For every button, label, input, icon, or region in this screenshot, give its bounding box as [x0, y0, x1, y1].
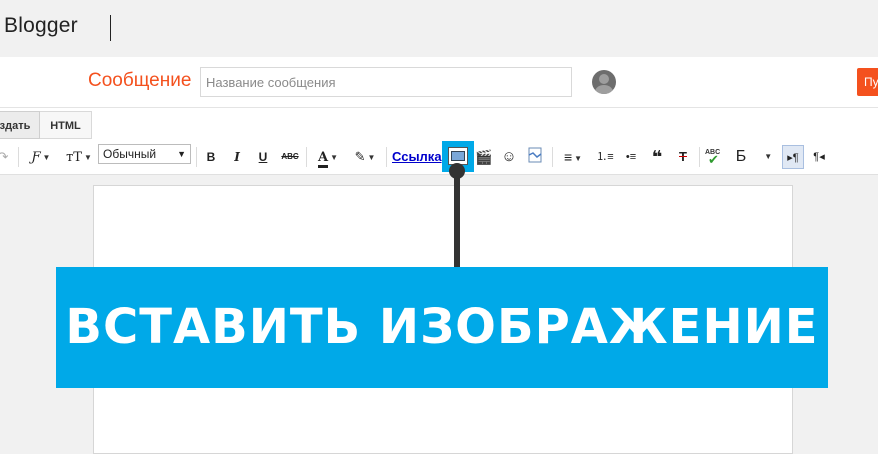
paragraph-style-select[interactable]: Обычный ▼: [98, 144, 191, 164]
tab-compose[interactable]: здать: [0, 111, 40, 139]
insert-video-icon[interactable]: 🎬: [474, 147, 494, 167]
chevron-down-icon: ▼: [367, 152, 376, 162]
toolbar-separator: [699, 147, 700, 167]
text-color-button[interactable]: A ▼: [312, 147, 344, 168]
underline-button[interactable]: U: [255, 147, 271, 167]
toolbar-separator: [18, 147, 19, 167]
font-size-icon: тT: [66, 150, 82, 165]
align-button[interactable]: ≡ ▼: [558, 147, 588, 167]
paragraph-style-value: Обычный: [103, 147, 157, 161]
font-family-icon: Ƒ: [31, 150, 41, 165]
spellcheck-icon: ABC ✔: [705, 149, 721, 167]
chevron-down-icon: ▼: [177, 149, 186, 159]
ltr-button[interactable]: ▸¶: [782, 145, 804, 169]
toolbar-separator: [386, 147, 387, 167]
callout-text: ВСТАВИТЬ ИЗОБРАЖЕНИЕ: [65, 299, 819, 355]
toolbar-separator: [196, 147, 197, 167]
avatar-head-shape: [599, 74, 609, 84]
toolbar-separator: [306, 147, 307, 167]
align-icon: ≡: [563, 149, 573, 165]
remove-format-button[interactable]: T: [674, 147, 692, 167]
transliterate-icon: Б: [735, 148, 747, 166]
font-size-button[interactable]: тT ▼: [62, 147, 96, 167]
italic-button[interactable]: I: [229, 147, 245, 167]
strikethrough-button[interactable]: ABC: [280, 147, 300, 167]
chevron-down-icon: ▼: [42, 152, 51, 162]
insert-image-icon: [451, 151, 465, 161]
jump-break-icon: [528, 147, 542, 163]
chevron-down-icon: ▼: [330, 152, 338, 162]
brand-divider: [110, 15, 111, 41]
tab-html[interactable]: HTML: [40, 111, 92, 139]
numbered-list-icon[interactable]: ⒈≡: [596, 147, 614, 167]
quote-icon[interactable]: ❝: [648, 147, 666, 167]
blogger-logo[interactable]: Blogger: [4, 14, 78, 38]
chevron-down-icon: ▼: [83, 152, 92, 162]
link-button[interactable]: Ссылка: [392, 147, 442, 167]
chevron-down-icon: ▼: [764, 152, 773, 161]
highlight-icon: ✎: [354, 149, 366, 164]
post-label: Сообщение: [88, 70, 192, 91]
rtl-button[interactable]: ¶◂: [808, 147, 830, 167]
emoji-icon[interactable]: ☺: [499, 147, 519, 167]
font-family-button[interactable]: Ƒ ▼: [26, 147, 56, 167]
undo-icon[interactable]: ↷: [0, 147, 10, 167]
callout-pointer-dot-top: [449, 163, 465, 179]
text-color-icon: A: [317, 151, 329, 168]
highlight-button[interactable]: ✎ ▼: [350, 147, 380, 167]
avatar[interactable]: [592, 70, 616, 94]
transliterate-button[interactable]: Б ▼: [732, 147, 776, 167]
remove-format-icon: T: [679, 149, 687, 164]
jump-break-button[interactable]: [526, 147, 544, 167]
chevron-down-icon: ▼: [574, 153, 583, 163]
post-title-input[interactable]: [200, 67, 572, 97]
spellcheck-button[interactable]: ABC ✔: [704, 147, 724, 167]
post-title-bar: Сообщение Пу: [0, 57, 878, 108]
bullet-list-icon[interactable]: •≡: [622, 147, 640, 167]
link-label: Ссылка: [392, 149, 442, 164]
callout-banner: ВСТАВИТЬ ИЗОБРАЖЕНИЕ: [56, 267, 828, 388]
avatar-shoulders-shape: [595, 85, 613, 94]
top-bar: Blogger: [0, 0, 878, 57]
publish-button[interactable]: Пу: [857, 68, 878, 96]
mode-bar: здать HTML: [0, 108, 878, 140]
toolbar-separator: [552, 147, 553, 167]
bold-button[interactable]: B: [203, 147, 219, 167]
